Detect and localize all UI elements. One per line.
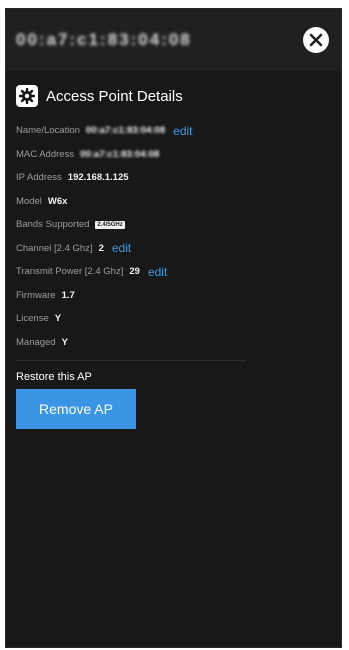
remove-ap-button[interactable]: Remove AP xyxy=(16,389,136,429)
row-label: MAC Address xyxy=(16,148,75,160)
section-header: Access Point Details xyxy=(16,85,331,107)
edit-name-link[interactable]: edit xyxy=(173,124,192,138)
restore-ap-label: Restore this AP xyxy=(16,371,92,383)
row-mac-address: MAC Address 00:a7:c1:83:04:08 xyxy=(16,143,331,167)
row-name-location: Name/Location 00:a7:c1:83:04:08 edit xyxy=(16,119,331,143)
row-value: 2 xyxy=(98,242,104,254)
row-value: W6x xyxy=(47,195,68,207)
divider xyxy=(16,360,246,361)
row-value: 29 xyxy=(129,266,140,278)
row-value: 00:a7:c1:83:04:08 xyxy=(85,125,166,137)
section-title: Access Point Details xyxy=(46,87,183,105)
row-label: Model xyxy=(16,195,42,207)
row-label: License xyxy=(16,313,49,325)
row-value: Y xyxy=(61,336,68,348)
panel-title: 00:a7:c1:83:04:08 xyxy=(16,30,192,49)
close-icon xyxy=(309,33,323,47)
row-managed: Managed Y xyxy=(16,331,331,355)
row-label: Firmware xyxy=(16,289,56,301)
row-license: License Y xyxy=(16,307,331,331)
panel-content: Access Point Details Name/Location 00:a7… xyxy=(6,71,341,429)
row-bands-supported: Bands Supported 2.4/5GHz xyxy=(16,213,331,237)
row-channel: Channel [2.4 Ghz] 2 edit xyxy=(16,237,331,261)
row-label: IP Address xyxy=(16,172,62,184)
row-label: Managed xyxy=(16,336,56,348)
row-value: 192.168.1.125 xyxy=(67,172,129,184)
close-button[interactable] xyxy=(303,27,329,53)
row-label: Name/Location xyxy=(16,125,80,137)
row-ip-address: IP Address 192.168.1.125 xyxy=(16,166,331,190)
row-label: Transmit Power [2.4 Ghz] xyxy=(16,266,124,278)
ap-details-panel: 00:a7:c1:83:04:08 Access Point Details N… xyxy=(5,8,342,648)
row-label: Channel [2.4 Ghz] xyxy=(16,242,93,254)
row-value: 1.7 xyxy=(61,289,75,301)
row-value: Y xyxy=(54,313,62,325)
panel-header: 00:a7:c1:83:04:08 xyxy=(6,9,341,71)
gear-icon xyxy=(16,85,38,107)
edit-channel-link[interactable]: edit xyxy=(112,241,131,255)
row-label: Bands Supported xyxy=(16,219,90,231)
details-list: Name/Location 00:a7:c1:83:04:08 edit MAC… xyxy=(16,119,331,354)
edit-transmit-power-link[interactable]: edit xyxy=(148,265,167,279)
row-value: 00:a7:c1:83:04:08 xyxy=(80,148,160,160)
row-model: Model W6x xyxy=(16,190,331,214)
bands-badge: 2.4/5GHz xyxy=(95,220,125,229)
row-firmware: Firmware 1.7 xyxy=(16,284,331,308)
row-transmit-power: Transmit Power [2.4 Ghz] 29 edit xyxy=(16,260,331,284)
